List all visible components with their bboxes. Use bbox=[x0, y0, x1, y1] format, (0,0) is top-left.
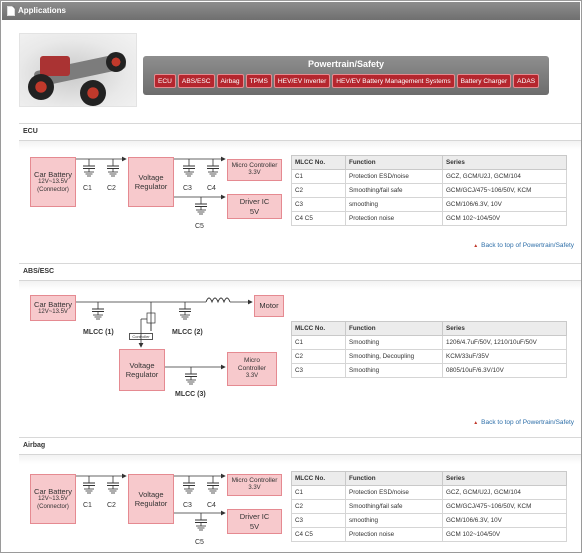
airbag-micro-controller-block: Micro Controller 3.3V bbox=[227, 474, 282, 496]
ecu-cap-c2-label: C2 bbox=[107, 185, 116, 192]
ecu-micro-controller-block: Micro Controller 3.3V bbox=[227, 159, 282, 181]
abs-voltage-regulator-block: Voltage Regulator bbox=[119, 349, 165, 391]
document-icon bbox=[7, 6, 15, 16]
ecu-cap-c4-label: C4 bbox=[207, 185, 216, 192]
back-to-top-link[interactable]: ▲ Back to top of Powertrain/Safety bbox=[473, 242, 574, 249]
airbag-car-battery-block: Car Battery 12V~13.5V (Connector) bbox=[30, 474, 76, 524]
airbag-heading: Airbag bbox=[23, 442, 46, 449]
ecu-heading: ECU bbox=[23, 128, 38, 135]
arrow-up-icon: ▲ bbox=[473, 420, 479, 426]
tab-adas[interactable]: ADAS bbox=[513, 74, 540, 88]
table-header-row: MLCC No. Function Series bbox=[291, 321, 567, 336]
ecu-mlcc-table: MLCC No. Function Series C1 Protection ES… bbox=[291, 155, 567, 226]
table-header-row: MLCC No. Function Series bbox=[291, 471, 567, 486]
table-row: C3 smoothing GCM/106/6.3V, 10V bbox=[291, 513, 567, 528]
abs-mlcc-2-label: MLCC (2) bbox=[172, 329, 203, 336]
table-row: C2 Smoothing/fail safe GCM/GCJ/475~106/50V… bbox=[291, 183, 567, 198]
section-underline bbox=[19, 280, 581, 290]
powertrain-title: Powertrain/Safety bbox=[307, 59, 385, 69]
airbag-cap-c3-label: C3 bbox=[183, 502, 192, 509]
powertrain-panel: Powertrain/Safety ECU ABS/ESC Airbag TPM… bbox=[143, 56, 549, 95]
car-chassis-image bbox=[19, 33, 137, 107]
airbag-cap-c4-label: C4 bbox=[207, 502, 216, 509]
window-titlebar: Applications bbox=[2, 2, 580, 20]
powertrain-tabs: ECU ABS/ESC Airbag TPMS HEV/EV Inverter … bbox=[154, 74, 540, 88]
abs-esc-heading: ABS/ESC bbox=[23, 268, 55, 275]
section-underline bbox=[19, 454, 581, 464]
section-underline bbox=[19, 140, 581, 150]
applications-window: Applications Powertrain/Safety ECU ABS/E… bbox=[0, 0, 582, 553]
abs-micro-controller-block: Micro Controller 3.3V bbox=[227, 352, 277, 386]
tab-hev-ev-bms[interactable]: HEV/EV Battery Management Systems bbox=[332, 74, 455, 88]
table-row: C4 C5 Protection noise GCM 102~104/50V bbox=[291, 527, 567, 542]
table-row: C3 Smoothing 0805/10uF/6.3V/10V bbox=[291, 363, 567, 378]
ecu-cap-c5-label: C5 bbox=[195, 223, 204, 230]
airbag-mlcc-table: MLCC No. Function Series C1 Protection ES… bbox=[291, 471, 567, 542]
ecu-car-battery-block: Car Battery 12V~13.5V (Connector) bbox=[30, 157, 76, 207]
airbag-cap-c2-label: C2 bbox=[107, 502, 116, 509]
airbag-cap-c1-label: C1 bbox=[83, 502, 92, 509]
ecu-driver-ic-block: Driver IC 5V bbox=[227, 194, 282, 219]
section-divider bbox=[19, 123, 581, 124]
abs-car-battery-block: Car Battery 12V~13.5V bbox=[30, 295, 76, 321]
ecu-voltage-regulator-block: Voltage Regulator bbox=[128, 157, 174, 207]
abs-mlcc-table: MLCC No. Function Series C1 Smoothing 1206… bbox=[291, 321, 567, 378]
section-divider bbox=[19, 437, 581, 438]
section-divider bbox=[19, 263, 581, 264]
arrow-up-icon: ▲ bbox=[473, 243, 479, 249]
tab-hev-ev-inverter[interactable]: HEV/EV Inverter bbox=[273, 74, 331, 88]
table-row: C1 Protection ESD/noise GCZ, GCM/U2J, GCM/… bbox=[291, 485, 567, 500]
ecu-cap-c1-label: C1 bbox=[83, 185, 92, 192]
abs-controller-block: Controller bbox=[129, 333, 153, 340]
table-header-row: MLCC No. Function Series bbox=[291, 155, 567, 170]
airbag-driver-ic-block: Driver IC 5V bbox=[227, 509, 282, 534]
abs-mlcc-3-label: MLCC (3) bbox=[175, 391, 206, 398]
tab-tpms[interactable]: TPMS bbox=[245, 74, 272, 88]
airbag-voltage-regulator-block: Voltage Regulator bbox=[128, 474, 174, 524]
table-row: C1 Smoothing 1206/4.7uF/50V, 1210/10uF/50V bbox=[291, 335, 567, 350]
tab-battery-charger[interactable]: Battery Charger bbox=[456, 74, 512, 88]
table-row: C2 Smoothing, Decoupling KCM/33uF/35V bbox=[291, 349, 567, 364]
back-to-top-link[interactable]: ▲ Back to top of Powertrain/Safety bbox=[473, 419, 574, 426]
abs-mlcc-1-label: MLCC (1) bbox=[83, 329, 114, 336]
table-row: C4 C5 Protection noise GCM 102~104/50V bbox=[291, 211, 567, 226]
ecu-cap-c3-label: C3 bbox=[183, 185, 192, 192]
tab-abs-esc[interactable]: ABS/ESC bbox=[177, 74, 215, 88]
table-row: C3 smoothing GCM/106/6.3V, 10V bbox=[291, 197, 567, 212]
tab-ecu[interactable]: ECU bbox=[154, 74, 176, 88]
abs-motor-block: Motor bbox=[254, 295, 284, 317]
tab-airbag[interactable]: Airbag bbox=[216, 74, 244, 88]
airbag-cap-c5-label: C5 bbox=[195, 539, 204, 546]
window-title: Applications bbox=[18, 6, 67, 15]
table-row: C1 Protection ESD/noise GCZ, GCM/U2J, GCM/… bbox=[291, 169, 567, 184]
table-row: C2 Smoothing/fail safe GCM/GCJ/475~106/50V… bbox=[291, 499, 567, 514]
